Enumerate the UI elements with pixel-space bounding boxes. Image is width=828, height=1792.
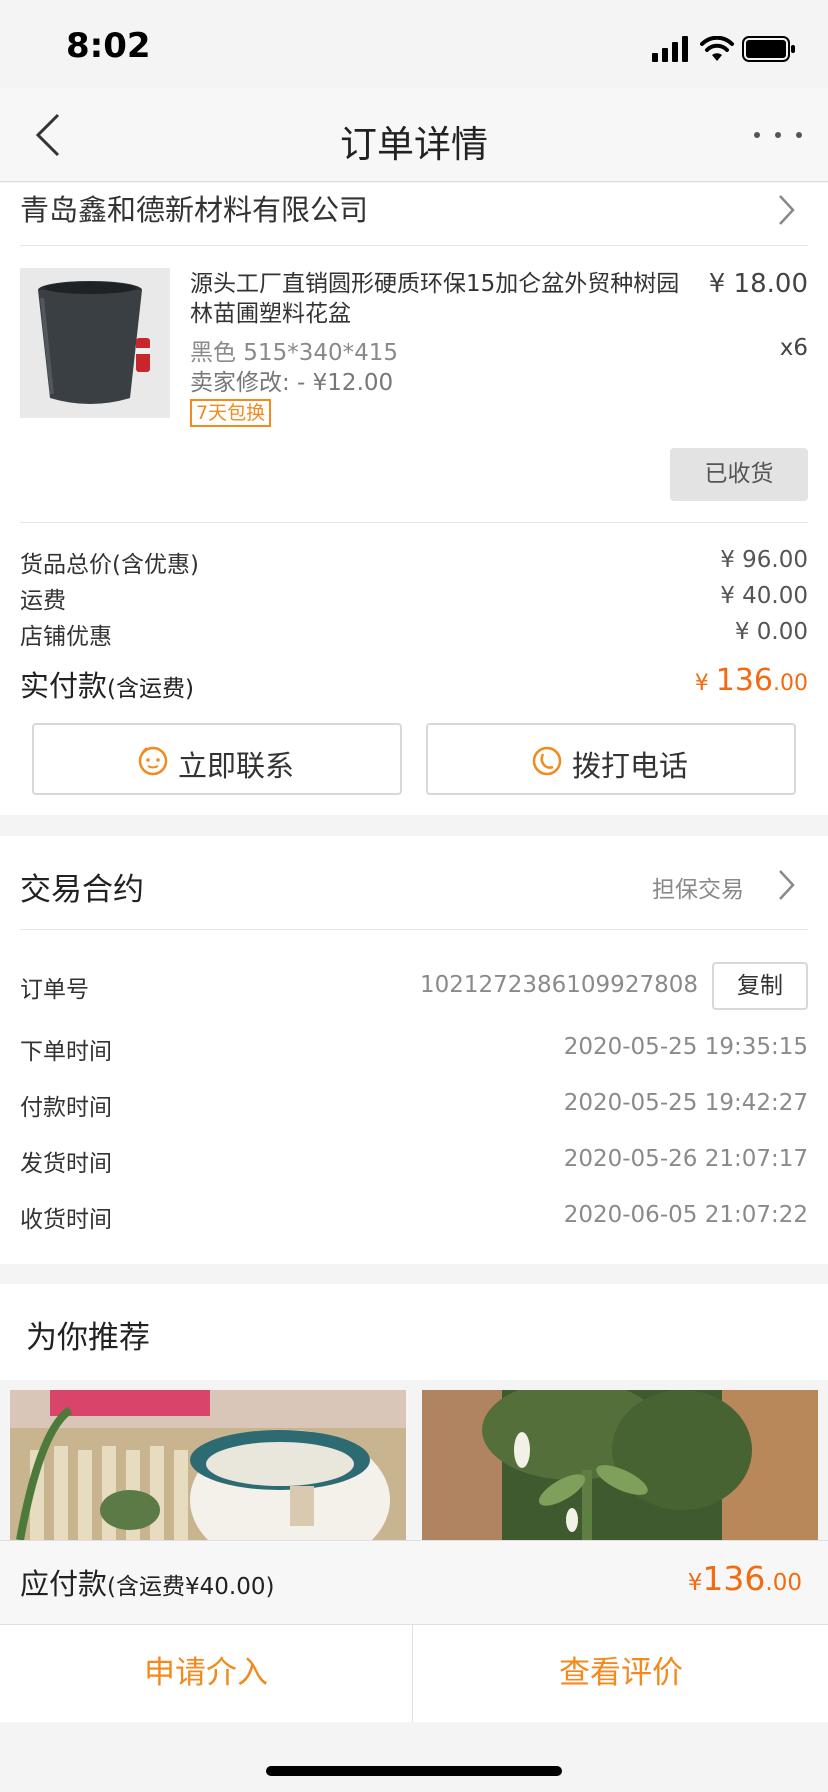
contract-title: 交易合约 bbox=[20, 872, 144, 908]
flower-pot-image bbox=[20, 268, 170, 418]
order-number-label: 订单号 bbox=[20, 977, 89, 1003]
recommend-item-1-image[interactable] bbox=[10, 1390, 406, 1540]
received-status-button[interactable]: 已收货 bbox=[670, 448, 808, 501]
home-indicator-area bbox=[0, 1722, 828, 1792]
order-time-value: 2020-05-25 19:35:15 bbox=[563, 1034, 808, 1060]
summary-label-shipping: 运费 bbox=[20, 588, 66, 614]
chat-face-icon bbox=[138, 746, 168, 776]
bottom-action-bar: 申请介入 查看评价 bbox=[0, 1624, 828, 1723]
product-price: ¥ 18.00 bbox=[708, 269, 808, 299]
wifi-icon bbox=[700, 36, 734, 61]
more-icon[interactable] bbox=[754, 132, 806, 142]
paid-amount-label: 实付款(含运费) bbox=[20, 669, 194, 703]
signal-icon bbox=[652, 36, 688, 62]
shipping-time-label: 发货时间 bbox=[20, 1151, 112, 1177]
recommend-item-2-image[interactable] bbox=[422, 1390, 818, 1540]
payment-time-value: 2020-05-25 19:42:27 bbox=[563, 1090, 808, 1116]
status-time: 8:02 bbox=[66, 26, 151, 66]
receipt-time-label: 收货时间 bbox=[20, 1207, 112, 1233]
order-number-value: 1021272386109927808 bbox=[419, 972, 698, 998]
summary-label-goods-total: 货品总价(含优惠) bbox=[20, 552, 199, 578]
shipping-time-value: 2020-05-26 21:07:17 bbox=[563, 1146, 808, 1172]
product-spec: 黑色 515*340*415 bbox=[190, 340, 399, 366]
battery-icon bbox=[742, 36, 795, 62]
contract-card: 交易合约 担保交易 订单号 1021272386109927808 复制 下单时… bbox=[0, 836, 828, 1264]
summary-label-shop-discount: 店铺优惠 bbox=[20, 624, 112, 650]
planter-photo bbox=[10, 1390, 406, 1540]
product-title[interactable]: 源头工厂直销圆形硬质环保15加仑盆外贸种树园林苗圃塑料花盆 bbox=[190, 269, 700, 329]
button-divider bbox=[412, 1625, 413, 1723]
order-time-label: 下单时间 bbox=[20, 1039, 112, 1065]
amount-due-value: ¥136.00 bbox=[687, 1559, 802, 1598]
home-indicator[interactable] bbox=[266, 1766, 562, 1776]
product-image[interactable] bbox=[20, 268, 170, 418]
seller-modified-price: 卖家修改: - ¥12.00 bbox=[190, 370, 394, 396]
shop-name[interactable]: 青岛鑫和德新材料有限公司 bbox=[20, 187, 368, 229]
recommend-title: 为你推荐 bbox=[26, 1320, 150, 1356]
product-quantity: x6 bbox=[779, 335, 808, 361]
phone-icon bbox=[532, 746, 562, 776]
view-review-button[interactable]: 查看评价 bbox=[414, 1625, 828, 1723]
apply-intervention-button[interactable]: 申请介入 bbox=[0, 1625, 412, 1723]
contract-type[interactable]: 担保交易 bbox=[652, 870, 744, 904]
amount-due-bar: 应付款(含运费¥40.00) ¥136.00 bbox=[0, 1540, 828, 1624]
copy-button[interactable]: 复制 bbox=[712, 962, 808, 1010]
call-phone-button[interactable]: 拨打电话 bbox=[426, 723, 796, 795]
call-phone-label: 拨打电话 bbox=[572, 749, 689, 783]
paid-amount-value: ¥ 136.00 bbox=[694, 663, 808, 698]
recommend-header: 为你推荐 bbox=[0, 1284, 828, 1380]
page-title: 订单详情 bbox=[340, 123, 488, 166]
shop-chevron-icon[interactable] bbox=[776, 193, 796, 227]
order-card: 青岛鑫和德新材料有限公司 源头工厂直销圆形硬质环保15加仑盆外贸种树园林苗圃塑料… bbox=[0, 183, 828, 815]
amount-due-label: 应付款(含运费¥40.00) bbox=[20, 1567, 275, 1601]
potted-plant-photo bbox=[422, 1390, 818, 1540]
contact-now-label: 立即联系 bbox=[178, 749, 295, 783]
summary-value-goods-total: ¥ 96.00 bbox=[720, 547, 808, 573]
summary-value-shop-discount: ¥ 0.00 bbox=[734, 619, 808, 645]
summary-value-shipping: ¥ 40.00 bbox=[720, 583, 808, 609]
receipt-time-value: 2020-06-05 21:07:22 bbox=[563, 1202, 808, 1228]
return-policy-badge: 7天包换 bbox=[190, 399, 272, 427]
nav-bar: 订单详情 bbox=[0, 88, 828, 182]
contact-now-button[interactable]: 立即联系 bbox=[32, 723, 402, 795]
payment-time-label: 付款时间 bbox=[20, 1095, 112, 1121]
status-bar: 8:02 bbox=[0, 0, 828, 88]
contract-chevron-icon[interactable] bbox=[776, 868, 796, 902]
